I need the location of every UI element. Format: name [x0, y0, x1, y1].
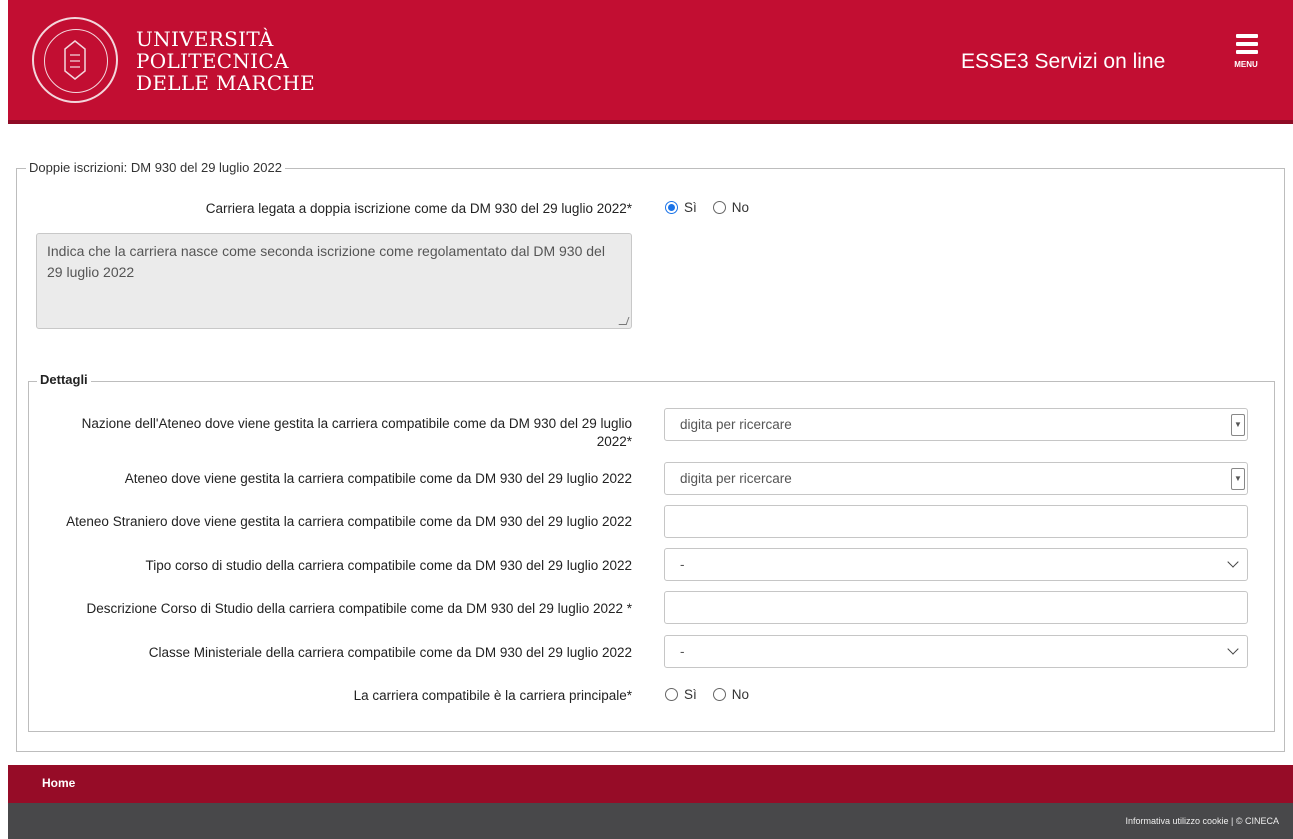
radio-no-label[interactable]: No: [732, 200, 749, 215]
main-career-no-label[interactable]: No: [732, 687, 749, 702]
ministerial-class-select[interactable]: -: [664, 635, 1248, 668]
course-type-label: Tipo corso di studio della carriera comp…: [145, 558, 632, 573]
course-type-select[interactable]: -: [664, 548, 1248, 581]
country-placeholder: digita per ricercare: [680, 417, 792, 432]
info-textarea[interactable]: Indica che la carriera nasce come second…: [36, 233, 632, 329]
country-combobox[interactable]: digita per ricercare ▼: [664, 408, 1248, 441]
double-enrollment-legend: Doppie iscrizioni: DM 930 del 29 luglio …: [26, 160, 285, 175]
main-career-radio-group: Sì No: [665, 687, 765, 702]
foreign-university-input[interactable]: [664, 505, 1248, 538]
university-placeholder: digita per ricercare: [680, 471, 792, 486]
university-label: Ateneo dove viene gestita la carriera co…: [124, 471, 632, 486]
main-career-yes-label[interactable]: Sì: [684, 687, 697, 702]
university-seal-logo[interactable]: [32, 17, 118, 103]
university-name[interactable]: UNIVERSITÀ POLITECNICA DELLE MARCHE: [136, 28, 315, 94]
logo-line-1: UNIVERSITÀ: [136, 27, 274, 51]
main-question-label: Carriera legata a doppia iscrizione come…: [205, 201, 632, 216]
caret-down-icon[interactable]: ▼: [1231, 468, 1245, 490]
ministerial-class-label: Classe Ministeriale della carriera compa…: [148, 645, 632, 660]
footer-bottom: Informativa utilizzo cookie | © CINECA: [8, 803, 1293, 839]
main-career-radio-yes[interactable]: [665, 688, 678, 701]
details-legend: Dettagli: [37, 372, 91, 387]
hamburger-icon-bar: [1236, 42, 1258, 46]
country-label: Nazione dell'Ateneo dove viene gestita l…: [81, 416, 632, 449]
radio-yes-label[interactable]: Sì: [684, 200, 697, 215]
seal-emblem-icon: [64, 40, 86, 80]
chevron-down-icon: [1227, 556, 1239, 568]
info-text: Indica che la carriera nasce come second…: [47, 243, 605, 280]
logo-line-3: DELLE MARCHE: [136, 71, 316, 95]
course-description-label: Descrizione Corso di Studio della carrie…: [86, 601, 632, 616]
ministerial-class-value: -: [680, 644, 685, 659]
footer-nav: Home: [8, 765, 1293, 803]
main-question-radio-group: Sì No: [665, 200, 765, 215]
footer-links[interactable]: Informativa utilizzo cookie | © CINECA: [1125, 816, 1279, 826]
course-type-value: -: [680, 557, 685, 572]
menu-label: MENU: [1234, 60, 1258, 69]
logo-line-2: POLITECNICA: [136, 49, 289, 73]
caret-down-icon[interactable]: ▼: [1231, 414, 1245, 436]
hamburger-icon-bar: [1236, 50, 1258, 54]
home-link[interactable]: Home: [42, 776, 75, 790]
chevron-down-icon: [1227, 643, 1239, 655]
course-description-input[interactable]: [664, 591, 1248, 624]
university-combobox[interactable]: digita per ricercare ▼: [664, 462, 1248, 495]
radio-yes[interactable]: [665, 201, 678, 214]
app-title: ESSE3 Servizi on line: [961, 50, 1166, 73]
site-header: UNIVERSITÀ POLITECNICA DELLE MARCHE ESSE…: [8, 0, 1293, 124]
radio-no[interactable]: [712, 201, 726, 214]
menu-button[interactable]: MENU: [1228, 32, 1264, 72]
main-career-label: La carriera compatibile è la carriera pr…: [353, 688, 632, 703]
hamburger-icon: [1236, 34, 1258, 38]
foreign-university-label: Ateneo Straniero dove viene gestita la c…: [66, 514, 632, 529]
main-career-radio-no[interactable]: [712, 688, 726, 701]
resize-handle-icon[interactable]: [618, 317, 630, 325]
